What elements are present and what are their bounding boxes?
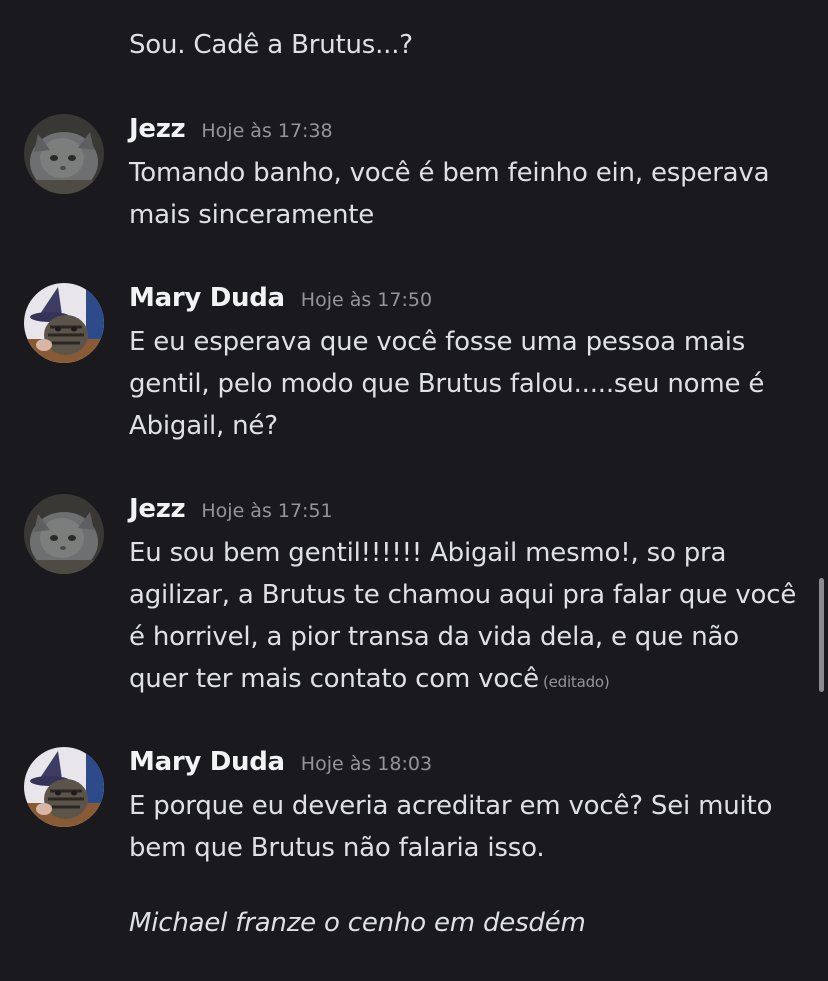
message-text: E eu esperava que você fosse uma pessoa … — [129, 327, 765, 441]
tabby-kitten-witch-hat-avatar-icon — [24, 283, 104, 363]
timestamp: Hoje às 17:51 — [201, 500, 333, 522]
message-text: Tomando banho, você é bem feinho ein, es… — [129, 158, 770, 230]
timestamp: Hoje às 18:03 — [300, 753, 433, 775]
avatar[interactable] — [24, 114, 104, 194]
chat-message-list[interactable]: Sou. Cadê a Brutus...? Jezz Hoje às 17:3… — [0, 0, 828, 981]
timestamp: Hoje às 17:38 — [201, 120, 333, 142]
gray-cat-avatar-icon — [24, 494, 104, 574]
message-text-italic: Michael franze o cenho em desdém — [129, 908, 586, 938]
username[interactable]: Jezz — [129, 494, 186, 524]
avatar[interactable] — [24, 747, 104, 827]
message-text-continuation: Sou. Cadê a Brutus...? — [129, 30, 413, 60]
gray-cat-avatar-icon — [24, 114, 104, 194]
avatar[interactable] — [24, 494, 104, 574]
message-text-container: Eu sou bem gentil!!!!!! Abigail mesmo!, … — [129, 532, 804, 703]
username[interactable]: Mary Duda — [129, 283, 285, 313]
avatar[interactable] — [24, 283, 104, 363]
message-text: Eu sou bem gentil!!!!!! Abigail mesmo!, … — [129, 538, 797, 694]
scrollbar[interactable] — [819, 578, 824, 692]
tabby-kitten-witch-hat-avatar-icon — [24, 747, 104, 827]
username[interactable]: Jezz — [129, 114, 186, 144]
username[interactable]: Mary Duda — [129, 747, 285, 777]
timestamp: Hoje às 17:50 — [300, 289, 433, 311]
edited-label: (editado) — [542, 673, 610, 691]
message-text: E porque eu deveria acreditar em você? S… — [129, 791, 773, 863]
